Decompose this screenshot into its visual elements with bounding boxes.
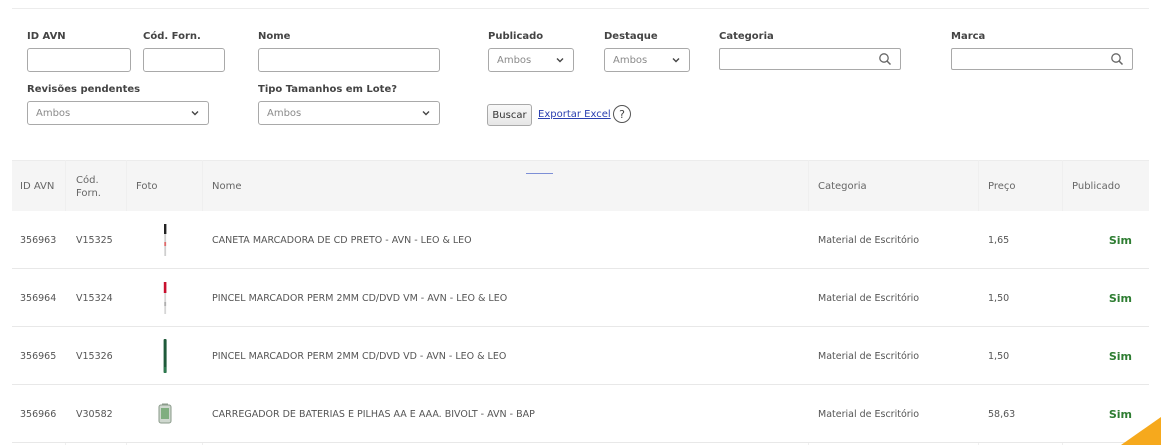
cell-cod-forn: V15325: [76, 234, 113, 246]
cell-id-avn: 356965: [20, 350, 57, 362]
destaque-select[interactable]: Ambos: [604, 48, 690, 72]
revisoes-select[interactable]: Ambos: [27, 101, 209, 125]
categoria-search-input[interactable]: [719, 48, 901, 70]
search-icon[interactable]: [1110, 52, 1124, 66]
filter-panel: ID AVN Cód. Forn. Nome Publicado Ambos D…: [0, 0, 1161, 160]
col-header-id-avn[interactable]: ID AVN: [20, 161, 54, 212]
id-avn-label: ID AVN: [27, 31, 66, 42]
sort-indicator: [526, 173, 553, 174]
cell-cod-forn: V15326: [76, 350, 113, 362]
chevron-down-icon: [556, 58, 564, 63]
buscar-button[interactable]: Buscar: [487, 104, 532, 126]
cell-publicado: Sim: [1108, 349, 1132, 363]
marca-label: Marca: [951, 31, 986, 42]
cell-cod-forn: V15324: [76, 292, 113, 304]
marca-search-input[interactable]: [951, 48, 1133, 70]
black-marker-pen-icon: [164, 224, 167, 256]
tipo-tamanhos-select[interactable]: Ambos: [258, 101, 440, 125]
table-row[interactable]: 356964 V15324 PINCEL MARCADOR PERM 2MM C…: [12, 269, 1149, 327]
cell-nome: PINCEL MARCADOR PERM 2MM CD/DVD VM - AVN…: [212, 292, 508, 304]
results-table: ID AVN Cód. Forn. Foto Nome Categoria Pr…: [12, 160, 1149, 445]
col-header-categoria[interactable]: Categoria: [818, 161, 867, 212]
cell-publicado: Sim: [1108, 291, 1132, 305]
corner-accent: [1121, 417, 1161, 445]
nome-input[interactable]: [258, 48, 440, 72]
cod-forn-label: Cód. Forn.: [143, 31, 201, 42]
col-header-publicado[interactable]: Publicado: [1072, 161, 1120, 212]
cell-publicado: Sim: [1108, 233, 1132, 247]
revisoes-label: Revisões pendentes: [27, 84, 141, 95]
col-header-nome[interactable]: Nome: [212, 161, 242, 212]
publicado-select[interactable]: Ambos: [488, 48, 574, 72]
cell-id-avn: 356964: [20, 292, 57, 304]
cell-nome: CARREGADOR DE BATERIAS E PILHAS AA E AAA…: [212, 408, 535, 420]
chevron-down-icon: [672, 58, 680, 63]
destaque-select-value: Ambos: [613, 54, 648, 66]
table-row[interactable]: 356965 V15326 PINCEL MARCADOR PERM 2MM C…: [12, 327, 1149, 385]
cell-id-avn: 356963: [20, 234, 57, 246]
chevron-down-icon: [191, 111, 199, 116]
col-header-preco[interactable]: Preço: [988, 161, 1016, 212]
cell-preco: 1,50: [988, 292, 1010, 304]
chevron-down-icon: [422, 111, 430, 116]
table-row[interactable]: 356966 V30582 CARREGADOR DE BATERIAS E P…: [12, 385, 1149, 443]
table-row[interactable]: 356963 V15325 CANETA MARCADORA DE CD PRE…: [12, 211, 1149, 269]
red-marker-pen-icon: [163, 282, 167, 314]
publicado-select-value: Ambos: [497, 54, 532, 66]
categoria-label: Categoria: [719, 31, 774, 42]
revisoes-select-value: Ambos: [36, 107, 71, 119]
tipo-tamanhos-select-value: Ambos: [267, 107, 302, 119]
cell-preco: 1,50: [988, 350, 1010, 362]
battery-charger-icon: [158, 403, 172, 424]
product-photo: [135, 327, 195, 385]
help-icon[interactable]: ?: [613, 105, 631, 123]
cell-categoria: Material de Escritório: [818, 408, 920, 420]
id-avn-input[interactable]: [27, 48, 131, 72]
cell-categoria: Material de Escritório: [818, 292, 920, 304]
destaque-label: Destaque: [604, 31, 658, 42]
green-marker-pen-icon: [163, 339, 167, 373]
col-header-foto: Foto: [136, 181, 158, 192]
cell-categoria: Material de Escritório: [818, 350, 920, 362]
cell-nome: PINCEL MARCADOR PERM 2MM CD/DVD VD - AVN…: [212, 350, 507, 362]
cell-preco: 1,65: [988, 234, 1010, 246]
publicado-label: Publicado: [488, 31, 544, 42]
exportar-excel-link[interactable]: Exportar Excel: [538, 109, 611, 120]
product-photo: [135, 269, 195, 327]
product-photo: [135, 385, 195, 443]
search-icon[interactable]: [878, 52, 892, 66]
tipo-tamanhos-label: Tipo Tamanhos em Lote?: [258, 84, 398, 95]
nome-label: Nome: [258, 31, 291, 42]
cell-id-avn: 356966: [20, 408, 57, 420]
cell-preco: 58,63: [988, 408, 1016, 420]
cell-categoria: Material de Escritório: [818, 234, 920, 246]
cell-cod-forn: V30582: [76, 408, 113, 420]
cod-forn-input[interactable]: [143, 48, 225, 72]
col-header-cod-forn[interactable]: Cód. Forn.: [76, 161, 116, 212]
cell-nome: CANETA MARCADORA DE CD PRETO - AVN - LEO…: [212, 234, 472, 246]
product-photo: [135, 211, 195, 269]
